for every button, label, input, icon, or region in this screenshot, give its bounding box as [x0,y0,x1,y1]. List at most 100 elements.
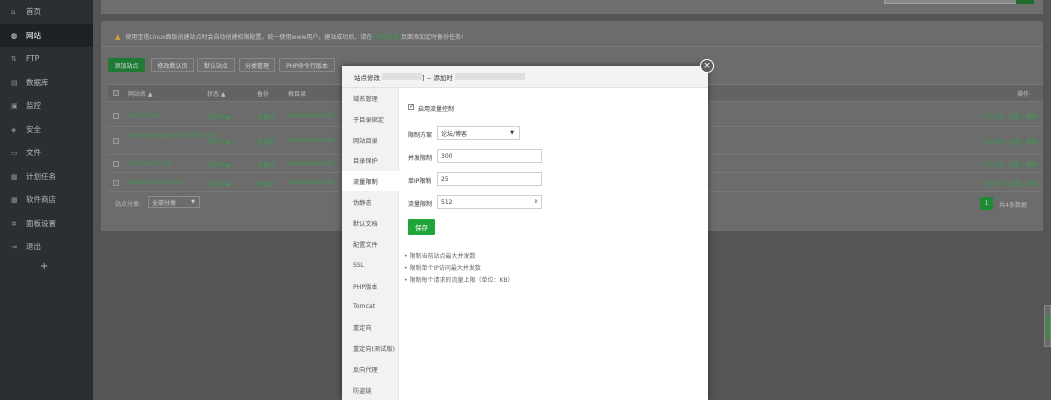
tab-rewrite[interactable]: 伪静态 [342,192,399,212]
chevron-down-icon: ▼ [510,130,514,136]
page-1-button[interactable]: 1 [980,197,993,210]
tab-ssl[interactable]: SSL [342,255,399,275]
category-select[interactable]: 全部分类 ▼ [148,196,200,208]
tab-domain[interactable]: 域名管理 [342,88,399,108]
tab-config[interactable]: 配置文件 [342,234,399,254]
default-page-button[interactable]: 修改默认页 [151,58,194,72]
col-name[interactable]: 网站名 ▲ [128,89,153,98]
redacted-date [454,73,525,80]
per-ip-input[interactable]: 25 [437,172,542,186]
scroll-thumb[interactable] [1046,314,1049,339]
site-backup[interactable]: 无备份 [257,160,275,169]
category-label: 站点分类: [115,201,142,208]
nav-item-store[interactable]: ▩ 软件商店 [0,188,93,211]
site-ops[interactable]: 防火墙 | 设置 | 删除 [984,137,1038,146]
nav-item-files[interactable]: ▭ 文件 [0,141,93,164]
select-all-checkbox[interactable] [113,90,119,96]
nav-label: FTP [26,54,40,63]
search-input[interactable] [884,0,1022,4]
total-count: 共4条数据 [999,202,1027,209]
calendar-icon: ▦ [11,172,18,181]
folder-icon: ▭ [11,148,18,157]
tab-reverse-proxy[interactable]: 反向代理 [342,359,399,379]
concurrent-label: 并发限制 [408,155,433,162]
col-status[interactable]: 状态 ▲ [207,89,226,98]
default-site-button[interactable]: 默认站点 [197,58,235,72]
tab-subdir[interactable]: 子目录绑定 [342,109,399,129]
note-text: 限制每个请求的流量上限（单位：KB） [409,277,514,284]
enable-checkbox[interactable]: ✓ [408,104,414,110]
row-checkbox[interactable] [113,161,119,167]
tab-php[interactable]: PHP版本 [342,276,399,296]
tab-tomcat[interactable]: Tomcat [342,296,399,316]
nav-label: 文件 [26,148,41,157]
nav-label: 监控 [26,101,41,110]
row-checkbox[interactable] [113,180,119,186]
nav-item-security[interactable]: ◈ 安全 [0,118,93,141]
tab-dir-protect[interactable]: 目录保护 [342,150,399,170]
note-item: • 限制每个请求的流量上限（单位：KB） [404,277,514,284]
save-button[interactable]: 保存 [408,219,435,235]
nav-item-website[interactable]: ◍ 网站 [0,24,93,47]
warning-icon: ▲ [115,32,121,41]
site-name[interactable]: wuyinghang.yaohulu168.com [128,131,217,140]
tab-redirect[interactable]: 重定向 [342,317,399,337]
tab-redirect-beta[interactable]: 重定向(测试版) [342,338,399,358]
nav-item-monitor[interactable]: ▣ 监控 [0,94,93,117]
site-status[interactable]: 运行中 ▶ [207,179,232,188]
search-button[interactable] [1016,0,1034,4]
note-item: • 限制单个IP访问最大并发数 [404,265,481,272]
add-icon[interactable]: + [40,261,48,272]
site-ops[interactable]: 防火墙 | 设置 | 删除 [984,179,1038,188]
site-status[interactable]: 运行中 ▶ [207,112,232,121]
stepper-icon[interactable]: ⇕ [534,199,538,205]
site-name[interactable]: cd.mznzd.com [128,160,172,167]
site-ops[interactable]: 防火墙 | 设置 | 删除 [984,160,1038,169]
tab-default-doc[interactable]: 默认文档 [342,213,399,233]
site-backup[interactable]: 无备份 [257,112,275,121]
tab-hotlink[interactable]: 防盗链 [342,380,399,400]
category-button[interactable]: 分类管理 [239,58,275,72]
modal-title-prefix: 站点修改 [354,73,380,82]
concurrent-input[interactable]: 300 [437,149,542,163]
per-ip-label: 单IP限制 [408,178,432,185]
nav-item-cron[interactable]: ▦ 计划任务 [0,165,93,188]
tab-traffic-limit[interactable]: 流量限制 [342,171,400,191]
rate-input[interactable]: 512 ⇕ [437,195,542,209]
site-root[interactable]: /www/wwwroot/ [288,112,336,119]
site-ops[interactable]: 防火墙 | 设置 | 删除 [984,112,1038,121]
site-name[interactable]: mznzd.com [128,112,162,119]
plan-select[interactable]: 论坛/博客 ▼ [437,126,520,140]
plan-value: 论坛/博客 [441,130,468,138]
alert-text: 使用宝塔Linux面板创建站点时会自动创建权限配置，统一使用www用户。建站成功… [125,34,373,41]
site-backup[interactable]: 有备份 [257,179,275,188]
row-checkbox[interactable] [113,138,119,144]
nav-item-home[interactable]: ⌂ 首页 [0,0,93,23]
nav-item-settings[interactable]: ✲ 面板设置 [0,212,93,235]
page-scrollbar[interactable] [1044,305,1051,347]
site-root[interactable]: /www/wwwroot/ [288,179,336,186]
site-status[interactable]: 运行中 ▶ [207,160,232,169]
close-icon[interactable]: × [700,59,714,73]
database-icon: ▤ [11,78,18,87]
site-backup[interactable]: 无备份 [257,137,275,146]
nav-label: 首页 [26,7,41,16]
col-root: 根目录 [288,91,307,98]
site-root[interactable]: /www/wwwroot/ [288,160,336,167]
ftp-icon: ⇅ [11,54,17,63]
nav-item-logout[interactable]: ⇥ 退出 [0,235,93,258]
nav-item-database[interactable]: ▤ 数据库 [0,71,93,94]
nav-item-ftp[interactable]: ⇅ FTP [0,47,93,70]
rate-label: 流量限制 [408,201,433,208]
row-checkbox[interactable] [113,113,119,119]
cron-link[interactable]: [计划任务] [372,32,401,41]
sidebar: ⌂ 首页 ◍ 网站 ⇅ FTP ▤ 数据库 ▣ 监控 ◈ 安全 ▭ 文件 ▦ 计划任务 ▩ 软件商… [0,0,93,400]
site-status[interactable]: 运行中 ▶ [207,137,232,146]
php-cli-button[interactable]: PHP命令行版本 [279,58,335,72]
tab-site-dir[interactable]: 网站目录 [342,130,399,150]
shield-icon: ◈ [11,125,17,134]
alert-bar: ▲ 使用宝塔Linux面板创建站点时会自动创建权限配置，统一使用www用户。建站… [101,27,1043,47]
add-site-button[interactable]: 添加站点 [108,58,145,72]
site-root[interactable]: /www/wwwroot/ [288,137,336,144]
site-name[interactable]: kaixin.mznzd.com [128,179,182,186]
